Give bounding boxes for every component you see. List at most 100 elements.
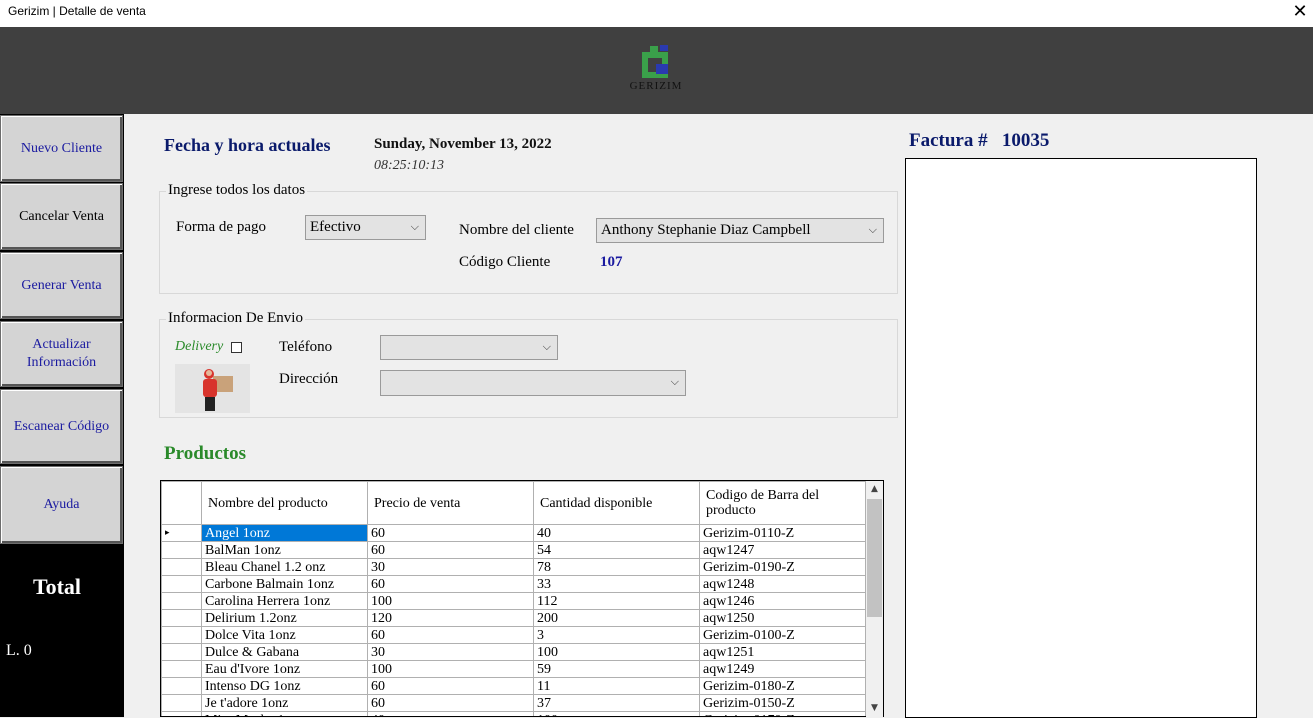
row-header[interactable] [161,694,202,712]
table-cell[interactable]: 78 [533,558,700,576]
table-row[interactable]: Intenso DG 1onz 60 11 Gerizim-0180-Z [161,677,866,695]
table-cell[interactable]: 60 [367,694,534,712]
table-cell[interactable]: 100 [533,711,700,716]
table-cell[interactable]: aqw1247 [699,541,866,559]
title-bar: Gerizim | Detalle de venta ✕ [0,0,1313,27]
table-cell[interactable]: Gerizim-0180-Z [699,677,866,695]
table-cell[interactable]: Carolina Herrera 1onz [201,592,368,610]
table-row[interactable]: Bleau Chanel 1.2 onz 30 78 Gerizim-0190-Z [161,558,866,576]
row-header[interactable] [161,626,202,644]
column-header[interactable]: Codigo de Barra del producto [699,481,866,525]
table-cell[interactable]: 100 [367,592,534,610]
table-cell[interactable]: 60 [367,541,534,559]
table-cell[interactable]: 30 [367,643,534,661]
window-title: Gerizim | Detalle de venta [8,4,146,18]
table-cell[interactable]: aqw1246 [699,592,866,610]
table-cell[interactable]: 120 [367,609,534,627]
row-header[interactable] [161,592,202,610]
row-header[interactable] [161,558,202,576]
vertical-scrollbar[interactable]: ▲ ▼ [866,481,883,717]
table-cell[interactable]: Dolce Vita 1onz [201,626,368,644]
nuevo-cliente-button[interactable]: Nuevo Cliente [0,115,123,182]
table-cell[interactable]: 33 [533,575,700,593]
column-header[interactable]: Cantidad disponible [533,481,700,525]
table-cell[interactable]: 60 [367,524,534,542]
column-header[interactable]: Precio de venta [367,481,534,525]
table-cell[interactable]: Dulce & Gabana [201,643,368,661]
column-header[interactable]: Nombre del producto [201,481,368,525]
table-cell[interactable]: 37 [533,694,700,712]
row-header[interactable] [161,643,202,661]
table-row[interactable]: Miss Meche 1onz40100Gerizim-0170-Z [161,711,866,716]
escanear-codigo-button[interactable]: Escanear Código [0,389,123,464]
scroll-up-icon[interactable]: ▲ [866,481,883,498]
table-row[interactable]: Dolce Vita 1onz 60 3 Gerizim-0100-Z [161,626,866,644]
table-row[interactable]: Carbone Balmain 1onz 60 33 aqw1248 [161,575,866,593]
table-cell[interactable]: aqw1248 [699,575,866,593]
cliente-select[interactable]: Anthony Stephanie Diaz Campbell ⌵ [596,218,884,243]
table-cell[interactable]: 30 [367,558,534,576]
table-row[interactable]: Eau d'Ivore 1onz 100 59 aqw1249 [161,660,866,678]
table-cell[interactable]: aqw1250 [699,609,866,627]
table-cell[interactable]: Angel 1onz [201,524,368,542]
ayuda-button[interactable]: Ayuda [0,466,123,544]
row-header[interactable] [161,677,202,695]
table-cell[interactable]: 3 [533,626,700,644]
table-cell[interactable]: 100 [533,643,700,661]
scroll-thumb[interactable] [867,499,882,617]
table-row[interactable]: Je t'adore 1onz 60 37 Gerizim-0150-Z [161,694,866,712]
table-cell[interactable]: Bleau Chanel 1.2 onz [201,558,368,576]
table-cell[interactable]: 60 [367,575,534,593]
table-row[interactable]: Carolina Herrera 1onz 100 112 aqw1246 [161,592,866,610]
table-cell[interactable]: 40 [533,524,700,542]
table-cell[interactable]: Gerizim-0100-Z [699,626,866,644]
actualizar-informacion-button[interactable]: Actualizar Información [0,321,123,387]
table-cell[interactable]: 200 [533,609,700,627]
table-cell[interactable]: Carbone Balmain 1onz [201,575,368,593]
table-cell[interactable]: 112 [533,592,700,610]
table-cell[interactable]: Delirium 1.2onz [201,609,368,627]
table-cell[interactable]: Intenso DG 1onz [201,677,368,695]
row-header[interactable] [161,541,202,559]
scroll-down-icon[interactable]: ▼ [866,700,883,717]
row-header[interactable] [161,711,202,716]
telefono-select[interactable]: ⌵ [380,335,558,360]
table-cell[interactable]: 100 [367,660,534,678]
table-header-row: Nombre del producto Precio de venta Cant… [161,481,866,525]
generar-venta-button[interactable]: Generar Venta [0,252,123,319]
table-cell[interactable]: Miss Meche 1onz [201,711,368,716]
codigo-cliente-value: 107 [600,254,623,270]
table-cell[interactable]: 54 [533,541,700,559]
row-header[interactable]: ▸ [161,524,202,542]
logo-text: GERIZIM [629,80,683,92]
table-row[interactable]: BalMan 1onz 60 54 aqw1247 [161,541,866,559]
table-cell[interactable]: 40 [367,711,534,716]
table-cell[interactable]: 60 [367,677,534,695]
close-icon[interactable]: ✕ [1287,0,1313,24]
table-cell[interactable]: 59 [533,660,700,678]
table-cell[interactable]: BalMan 1onz [201,541,368,559]
table-row[interactable]: Delirium 1.2onz 120 200 aqw1250 [161,609,866,627]
table-cell[interactable]: Gerizim-0150-Z [699,694,866,712]
productos-grid[interactable]: Nombre del producto Precio de venta Cant… [160,480,884,717]
table-cell[interactable]: Je t'adore 1onz [201,694,368,712]
forma-pago-select[interactable]: Efectivo ⌵ [305,215,426,240]
table-row[interactable]: ▸ Angel 1onz 60 40 Gerizim-0110-Z [161,524,866,542]
table-cell[interactable]: 11 [533,677,700,695]
row-header[interactable] [161,660,202,678]
table-cell[interactable]: aqw1249 [699,660,866,678]
row-header[interactable] [161,609,202,627]
table-cell[interactable]: Eau d'Ivore 1onz [201,660,368,678]
factura-number: 10035 [1001,130,1050,151]
table-cell[interactable]: 60 [367,626,534,644]
envio-group [159,319,898,418]
table-cell[interactable]: Gerizim-0110-Z [699,524,866,542]
table-cell[interactable]: Gerizim-0190-Z [699,558,866,576]
row-header[interactable] [161,575,202,593]
direccion-select[interactable]: ⌵ [380,370,686,396]
table-cell[interactable]: aqw1251 [699,643,866,661]
table-row[interactable]: Dulce & Gabana 30 100 aqw1251 [161,643,866,661]
delivery-checkbox[interactable] [231,342,242,353]
table-cell[interactable]: Gerizim-0170-Z [699,711,866,716]
cancelar-venta-button[interactable]: Cancelar Venta [0,183,123,250]
